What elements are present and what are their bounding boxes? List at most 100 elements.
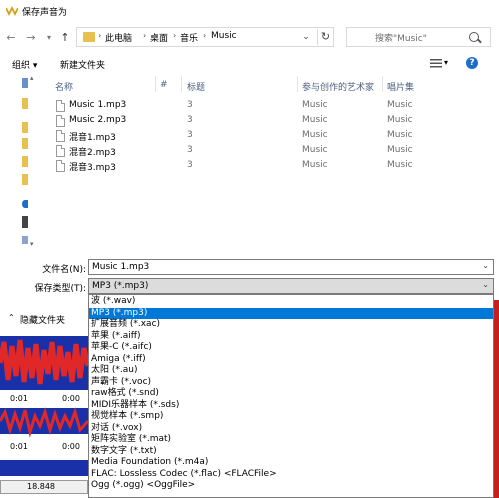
option-wav[interactable]: 波 (*.wav) <box>89 296 493 308</box>
chevron-down-icon[interactable]: ⌄ <box>482 261 489 270</box>
option-m4a[interactable]: Media Foundation (*.m4a) <box>89 457 493 469</box>
status-value: 18.848 <box>27 482 55 491</box>
sort-indicator-icon: ⌃ <box>90 67 96 75</box>
search-icon <box>469 32 479 42</box>
organize-button[interactable]: 组织 ▾ <box>12 58 37 71</box>
option-mp3[interactable]: MP3 (*.mp3) <box>89 307 493 319</box>
filetype-dropdown-list[interactable]: 波 (*.wav) MP3 (*.mp3) 扩展音频 (*.xac) 苹果 (*… <box>88 294 494 498</box>
navigation-pane[interactable]: ▴ ▾ <box>0 74 40 252</box>
help-icon[interactable]: ? <box>466 57 478 69</box>
option-sds[interactable]: MIDI乐器样本 (*.sds) <box>89 400 493 412</box>
filename-label: 文件名(N): <box>42 265 86 275</box>
address-bar[interactable]: › 此电脑 › 桌面 › 音乐 › Music ⌄ ↻ <box>76 27 334 47</box>
folder-icon[interactable] <box>22 174 28 185</box>
app-icon <box>6 6 18 16</box>
option-voc[interactable]: 声霸卡 (*.voc) <box>89 377 493 389</box>
time-marker: 0:01 <box>10 394 28 403</box>
option-au[interactable]: 太阳 (*.au) <box>89 365 493 377</box>
file-album: Music <box>387 100 413 110</box>
recent-locations-icon[interactable]: ▾ <box>42 31 56 45</box>
column-number[interactable]: # <box>160 80 168 90</box>
column-title[interactable]: 标题 <box>187 80 205 93</box>
file-row[interactable]: 混音3.mp3 3 Music Music <box>53 159 423 174</box>
breadcrumb-music-cn[interactable]: 音乐 <box>180 31 198 44</box>
column-divider[interactable] <box>181 76 182 92</box>
up-button[interactable]: ↑ <box>58 31 72 45</box>
breadcrumb-desktop[interactable]: 桌面 <box>150 31 168 44</box>
scroll-up-icon[interactable]: ▴ <box>30 74 34 82</box>
option-flac[interactable]: FLAC: Lossless Codec (*.flac) <FLACFile> <box>89 469 493 481</box>
option-aiff[interactable]: 苹果 (*.aiff) <box>89 331 493 343</box>
breadcrumb-this-pc[interactable]: 此电脑 <box>105 31 132 44</box>
file-icon <box>56 100 65 112</box>
network-icon[interactable] <box>22 236 28 244</box>
option-txt[interactable]: 数字文字 (*.txt) <box>89 446 493 458</box>
column-artist[interactable]: 参与创作的艺术家 <box>302 80 374 93</box>
option-xac[interactable]: 扩展音频 (*.xac) <box>89 319 493 331</box>
view-dropdown-icon[interactable]: ▾ <box>444 58 448 67</box>
waveform-second <box>0 404 90 438</box>
file-name: 混音2.mp3 <box>69 148 116 158</box>
file-icon <box>56 115 65 127</box>
back-button[interactable]: ← <box>4 31 18 45</box>
file-title: 3 <box>187 130 193 140</box>
option-vox[interactable]: 对话 (*.vox) <box>89 423 493 435</box>
forward-button[interactable]: → <box>24 31 38 45</box>
breadcrumb-separator: › <box>98 31 102 40</box>
option-smp[interactable]: 视觉样本 (*.smp) <box>89 411 493 423</box>
time-marker: 0:01 <box>10 442 28 451</box>
folder-icon <box>83 32 95 42</box>
search-box[interactable]: 搜索"Music" <box>346 27 491 47</box>
folder-icon[interactable] <box>22 122 28 133</box>
file-name: 混音1.mp3 <box>69 133 116 143</box>
file-row[interactable]: 混音1.mp3 3 Music Music <box>53 129 423 144</box>
waveform-graphic <box>0 336 91 390</box>
new-folder-button[interactable]: 新建文件夹 <box>60 58 105 71</box>
file-title: 3 <box>187 115 193 125</box>
folder-icon[interactable] <box>22 138 28 149</box>
scroll-down-icon[interactable]: ▾ <box>30 240 34 248</box>
onedrive-icon[interactable] <box>22 200 28 208</box>
option-snd[interactable]: raw格式 (*.snd) <box>89 388 493 400</box>
title-bar: 保存声音为 <box>0 0 499 22</box>
option-iff[interactable]: Amiga (*.iff) <box>89 354 493 366</box>
breadcrumb-music[interactable]: Music <box>211 31 237 41</box>
file-row[interactable]: 混音2.mp3 3 Music Music <box>53 144 423 159</box>
quick-access-icon[interactable] <box>22 78 28 88</box>
option-aifc[interactable]: 苹果-C (*.aifc) <box>89 342 493 354</box>
folder-icon[interactable] <box>22 156 28 167</box>
folder-icon[interactable] <box>22 98 28 109</box>
chevron-down-icon[interactable]: ⌄ <box>482 280 489 289</box>
filetype-select[interactable]: MP3 (*.mp3) ⌄ <box>88 278 494 294</box>
file-artist: Music <box>302 145 328 155</box>
option-mat[interactable]: 矩阵实验室 (*.mat) <box>89 434 493 446</box>
column-album[interactable]: 唱片集 <box>387 80 414 93</box>
file-row[interactable]: Music 2.mp3 3 Music Music <box>53 114 423 129</box>
breadcrumb-separator: › <box>173 31 177 40</box>
background-audio-editor: ⌃ 隐藏文件夹 0:01 0:00 0:01 0:00 18.848 <box>0 300 91 498</box>
filename-value: Music 1.mp3 <box>92 262 150 272</box>
address-dropdown-icon[interactable]: ⌄ <box>299 30 313 44</box>
file-title: 3 <box>187 145 193 155</box>
column-divider[interactable] <box>297 76 298 92</box>
breadcrumb-separator: › <box>143 31 147 40</box>
column-divider[interactable] <box>382 76 383 92</box>
file-album: Music <box>387 130 413 140</box>
file-album: Music <box>387 160 413 170</box>
option-ogg[interactable]: Ogg (*.ogg) <OggFile> <box>89 480 493 492</box>
file-icon <box>56 130 65 142</box>
column-name[interactable]: 名称 <box>55 80 73 93</box>
breadcrumb-separator: › <box>203 31 207 40</box>
hide-folders-button[interactable]: 隐藏文件夹 <box>20 313 65 326</box>
view-options-icon[interactable] <box>430 58 442 68</box>
chevron-up-icon[interactable]: ⌃ <box>8 313 15 322</box>
refresh-icon[interactable]: ↻ <box>317 29 333 45</box>
file-name: Music 1.mp3 <box>69 100 127 110</box>
column-divider[interactable] <box>155 76 156 92</box>
file-row[interactable]: Music 1.mp3 3 Music Music <box>53 99 423 114</box>
filename-field[interactable]: Music 1.mp3 ⌄ <box>88 259 494 275</box>
this-pc-icon[interactable] <box>22 216 28 228</box>
file-artist: Music <box>302 115 328 125</box>
search-placeholder: 搜索"Music" <box>375 34 427 44</box>
file-name: Music 2.mp3 <box>69 115 127 125</box>
